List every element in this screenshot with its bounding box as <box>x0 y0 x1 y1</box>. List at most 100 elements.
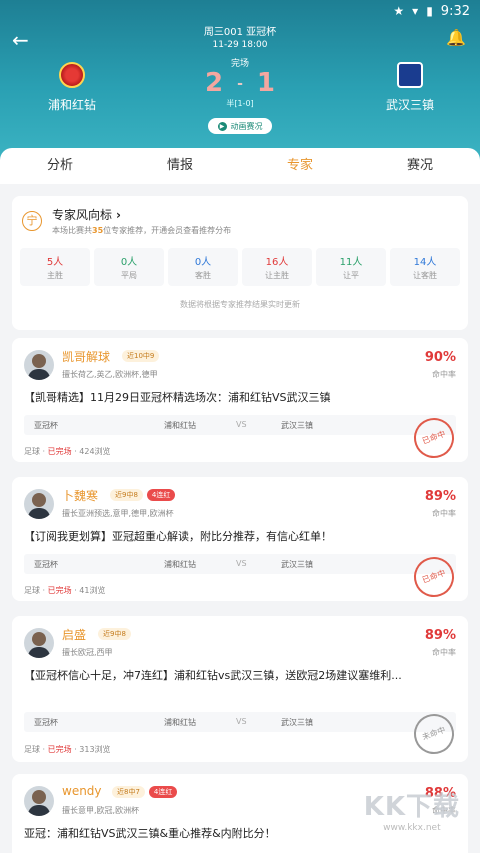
play-icon: ▶ <box>217 121 227 131</box>
match-row: 亚冠杯 浦和红钻 VS 武汉三镇 <box>24 415 456 435</box>
vane-stat-label: 主胜 <box>47 271 63 280</box>
away-team-name: 武汉三镇 <box>385 98 434 112</box>
footer-dot: · <box>42 447 46 456</box>
view-count: 424浏览 <box>79 447 111 456</box>
tab-analysis[interactable]: 分析 <box>0 148 120 184</box>
hit-rate-label: 命中率 <box>432 648 456 657</box>
match-round: 周三001 亚冠杯 <box>203 27 277 38</box>
streak-badge: 4连红 <box>146 489 176 501</box>
hit-rate: 90% <box>424 350 456 365</box>
post-footer: 足球 · 已完场 · 424浏览 <box>24 446 111 457</box>
expert-name: 启盛 <box>62 628 87 642</box>
vane-stat-box: 11人 让平 <box>316 248 386 286</box>
footer-dot: · <box>42 586 46 595</box>
expert-badges: 近9中8 4连红 <box>110 489 176 501</box>
vane-stat-count: 16人 <box>265 257 289 268</box>
avatar <box>24 628 54 658</box>
vane-stat-count: 14人 <box>413 257 437 268</box>
vane-stat-label: 让主胜 <box>265 271 289 280</box>
expert-name: 凯哥解球 <box>62 350 111 364</box>
match-datetime: 11-29 18:00 <box>212 40 268 50</box>
vane-stats: 5人 主胜 0人 平局 0人 客胜 16人 让主胜 11人 让平 14人 让客胜 <box>20 248 460 286</box>
match-away: 武汉三镇 <box>281 421 313 430</box>
live-button-label: 动画赛况 <box>230 121 263 131</box>
watermark: KK下载 www.kkx.net <box>364 786 460 833</box>
recent-record-badge: 近9中8 <box>110 489 143 501</box>
vane-stat-box: 5人主胜 <box>20 248 90 286</box>
expert-vane-card: 宁 专家风向标 › 本场比赛共35位专家推荐，开通会员查看推荐分布 5人主胜 0人平… <box>12 196 468 330</box>
vane-stat-box: 14人让客胜 <box>390 248 460 286</box>
vane-stat-count: 11人 <box>339 257 363 268</box>
post-footer: 足球 · 已完场 · 41浏览 <box>24 585 105 596</box>
signal-icon: ★ <box>393 4 405 18</box>
match-away: 武汉三镇 <box>281 718 313 727</box>
match-info: 周三001 亚冠杯 11-29 18:00 <box>0 26 480 52</box>
tab-intel[interactable]: 情报 <box>120 148 240 184</box>
vane-note: 数据将根据专家推荐结果实时更新 <box>180 300 300 309</box>
chevron-right-icon: › <box>116 208 121 222</box>
tab-expert[interactable]: 专家 <box>240 148 360 184</box>
streak-badge: 4连红 <box>148 786 178 798</box>
match-state: 已完场 <box>47 745 72 754</box>
vane-title[interactable]: 专家风向标 › <box>52 206 231 223</box>
watermark-logo: KK下载 <box>363 792 460 822</box>
match-league: 亚冠杯 <box>34 421 58 430</box>
post-title: 【凯哥精选】11月29日亚冠杯精选场次：浦和红钻VS武汉三镇 <box>24 391 331 404</box>
match-vs: VS <box>236 717 247 726</box>
match-home: 浦和红钻 <box>164 718 196 727</box>
match-state: 已完场 <box>47 447 72 456</box>
footer-dot: · <box>42 745 46 754</box>
expert-name: 卜魏寒 <box>62 489 99 503</box>
match-header: ★ ▾ ▮ 9:32 ← 🔔 周三001 亚冠杯 11-29 18:00 完场 … <box>0 0 480 160</box>
footer-dot: · <box>74 586 77 595</box>
expert-specialty: 擅长亚洲预选,意甲,德甲,欧洲杯 <box>62 509 174 518</box>
match-home: 浦和红钻 <box>164 560 196 569</box>
away-team[interactable]: 武汉三镇 <box>350 62 470 113</box>
expert-card[interactable]: 卜魏寒 近9中8 4连红 擅长亚洲预选,意甲,德甲,欧洲杯 89% 命中率 【订… <box>12 477 468 603</box>
post-title: 【亚冠杯信心十足，冲7连红】浦和红钻vs武汉三镇，送欧冠2场建议塞维利... <box>24 669 402 682</box>
away-score: 1 <box>256 68 275 98</box>
avatar <box>24 489 54 519</box>
home-score: 2 <box>205 68 224 98</box>
match-vs: VS <box>236 559 247 568</box>
tab-live[interactable]: 赛况 <box>360 148 480 184</box>
hit-rate: 89% <box>424 489 456 504</box>
view-count: 313浏览 <box>79 745 111 754</box>
watermark-url: www.kkx.net <box>383 823 441 833</box>
vane-stat-label: 平局 <box>121 271 137 280</box>
vane-stat-box: 16人让主胜 <box>242 248 312 286</box>
vane-stat-count: 5人 <box>46 257 64 268</box>
sport-type: 足球 <box>24 447 40 456</box>
hit-rate-label: 命中率 <box>432 509 456 518</box>
expert-badges: 近10中9 <box>122 350 160 362</box>
match-row: 亚冠杯 浦和红钻 VS 武汉三镇 <box>24 554 456 574</box>
sport-type: 足球 <box>24 745 40 754</box>
vane-title-text: 专家风向标 <box>52 208 113 222</box>
sport-type: 足球 <box>24 586 40 595</box>
match-home: 浦和红钻 <box>164 421 196 430</box>
recent-record-badge: 近10中9 <box>122 350 160 362</box>
expert-specialty: 擅长荷乙,英乙,欧洲杯,德甲 <box>62 370 158 379</box>
vane-stat-label: 让客胜 <box>413 271 437 280</box>
vane-stat-count: 0人 <box>194 257 212 268</box>
vane-stat-label: 客胜 <box>195 271 211 280</box>
vane-sub-prefix: 本场比赛共 <box>52 226 92 235</box>
vane-expert-count: 35 <box>92 226 104 235</box>
vane-subtitle: 本场比赛共35位专家推荐，开通会员查看推荐分布 <box>52 225 231 236</box>
view-count: 41浏览 <box>79 586 106 595</box>
away-team-logo <box>397 62 423 88</box>
match-away: 武汉三镇 <box>281 560 313 569</box>
wifi-icon: ▾ <box>412 4 419 18</box>
footer-dot: · <box>74 447 77 456</box>
live-animation-button[interactable]: ▶ 动画赛况 <box>208 118 272 134</box>
expert-badges: 近8中7 4连红 <box>112 786 178 798</box>
vane-icon: 宁 <box>22 211 42 231</box>
expert-card[interactable]: 凯哥解球 近10中9 擅长荷乙,英乙,欧洲杯,德甲 90% 命中率 【凯哥精选】… <box>12 338 468 464</box>
expert-card[interactable]: 启盛 近9中8 擅长欧冠,西甲 89% 命中率 【亚冠杯信心十足，冲7连红】浦和… <box>12 616 468 762</box>
match-state: 已完场 <box>47 586 72 595</box>
score-separator: - <box>237 75 243 92</box>
post-title: 【订阅我更划算】亚冠超重心解读，附比分推荐，有信心红单！ <box>24 530 332 543</box>
vane-sub-suffix: 位专家推荐，开通会员查看推荐分布 <box>103 226 232 235</box>
tab-bar: 分析 情报 专家 赛况 <box>0 148 480 184</box>
vane-stat-box: 0人客胜 <box>168 248 238 286</box>
